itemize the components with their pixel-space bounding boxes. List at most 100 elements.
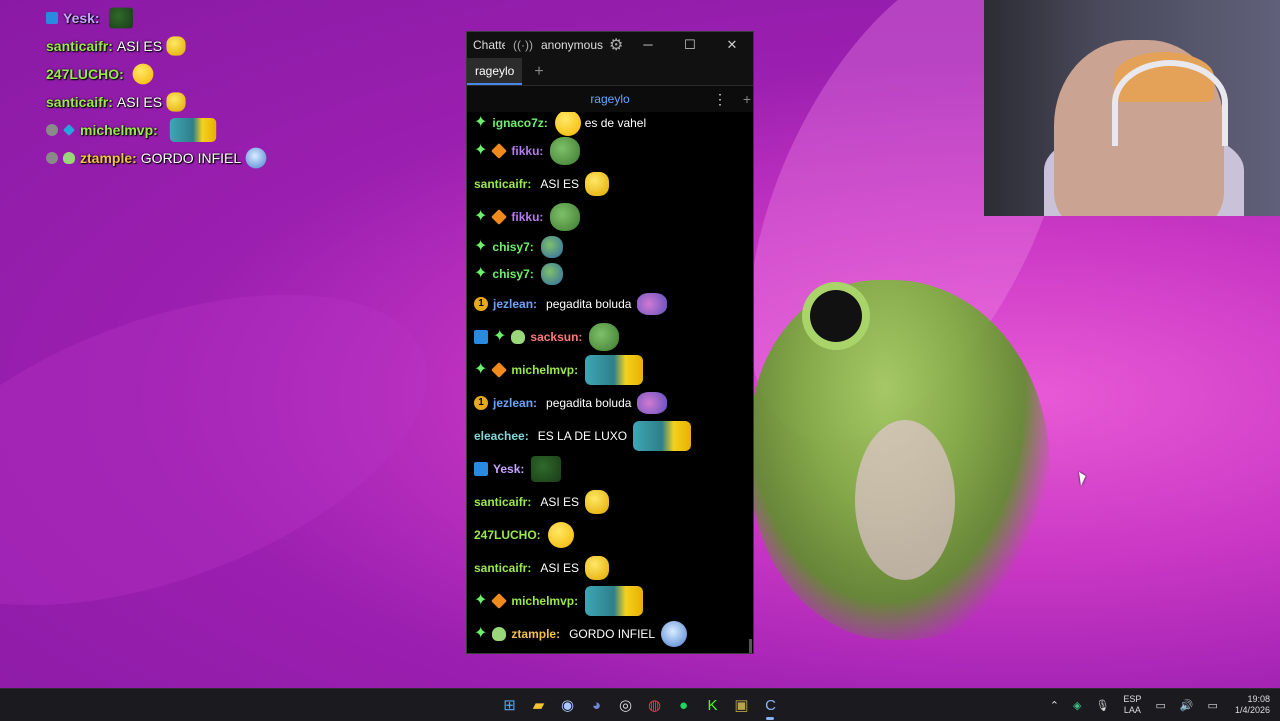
chat-username[interactable]: fikku: bbox=[511, 210, 543, 224]
chat-message[interactable]: 1 jezlean: pegadita boluda bbox=[467, 386, 747, 419]
windows-start-icon[interactable]: ⊞ bbox=[495, 693, 524, 717]
tab-bar: rageylo + bbox=[467, 58, 753, 86]
chat-username[interactable]: santicaifr: bbox=[474, 177, 531, 191]
chat-username[interactable]: fikku: bbox=[511, 144, 543, 158]
chat-message[interactable]: ✦ fikku: bbox=[467, 200, 747, 233]
scroll-thumb[interactable] bbox=[749, 639, 752, 653]
chat-message[interactable]: ✦ chisy7: bbox=[467, 233, 747, 260]
chat-message[interactable]: ✦ sacksun: bbox=[467, 320, 747, 353]
speaker-icon[interactable]: 🔊 bbox=[1180, 699, 1194, 712]
chat-username[interactable]: Yesk: bbox=[493, 462, 524, 476]
add-tab-button[interactable]: + bbox=[534, 63, 543, 81]
pepe-dark-emote-icon[interactable] bbox=[531, 455, 562, 482]
live-indicator-icon[interactable]: ((·)) bbox=[513, 38, 533, 52]
clock[interactable]: 19:08 1/4/2026 bbox=[1235, 694, 1270, 716]
chat-message[interactable]: ✦ michelmvp: bbox=[467, 353, 747, 386]
car-emote-icon[interactable] bbox=[169, 118, 217, 142]
maximize-button[interactable]: ☐ bbox=[669, 37, 711, 53]
battery-icon[interactable]: ▭ bbox=[1208, 699, 1218, 712]
cool-emote-icon[interactable] bbox=[585, 555, 610, 580]
chat-username[interactable]: 247LUCHO: bbox=[474, 528, 541, 542]
cool-emote-icon[interactable] bbox=[166, 36, 186, 56]
frogtongue-emote-icon[interactable] bbox=[637, 292, 668, 315]
spotify-icon[interactable]: ● bbox=[669, 693, 698, 717]
yellow-emote-icon[interactable] bbox=[132, 63, 154, 85]
message-list[interactable]: ✦ ignaco7z: es de vahel ✦ fikku: santicaifr: A… bbox=[467, 112, 747, 653]
subscriber-badge-icon: 1 bbox=[474, 296, 488, 311]
discord-icon[interactable]: ◕ bbox=[582, 693, 611, 717]
chat-message[interactable]: santicaifr: ASI ES bbox=[467, 167, 747, 200]
car-emote-icon[interactable] bbox=[585, 585, 644, 616]
chat-username[interactable]: sacksun: bbox=[530, 330, 582, 344]
chat-username[interactable]: santicaifr: bbox=[474, 561, 531, 575]
car-emote-icon[interactable] bbox=[633, 420, 692, 451]
shield-icon[interactable]: ◈ bbox=[1073, 699, 1081, 712]
gear-icon[interactable]: ⚙ bbox=[609, 35, 623, 55]
obs-icon[interactable]: ◎ bbox=[611, 693, 640, 717]
wallpaper-app-icon[interactable]: ▣ bbox=[727, 693, 756, 717]
chat-message[interactable]: eleachee: ES LA DE LUXO bbox=[467, 419, 747, 452]
title-bar[interactable]: Chatterino ((·)) anonymous ⚙ ─ ☐ ✕ bbox=[467, 32, 753, 58]
chat-message[interactable]: santicaifr: ASI ES bbox=[467, 551, 747, 584]
chat-username[interactable]: michelmvp: bbox=[511, 594, 578, 608]
chrome-icon[interactable]: ◍ bbox=[640, 693, 669, 717]
sparkle-badge-icon: ✦ bbox=[474, 264, 488, 282]
pepe-emote-icon[interactable] bbox=[589, 322, 620, 351]
chatterino-icon[interactable]: C bbox=[756, 693, 785, 720]
status-dot-icon bbox=[46, 124, 58, 136]
monitor-icon[interactable]: ▭ bbox=[1155, 699, 1165, 712]
add-split-button[interactable]: + bbox=[743, 91, 751, 107]
pepe-sm-emote-icon[interactable] bbox=[540, 262, 563, 285]
cool-emote-icon[interactable] bbox=[166, 92, 186, 112]
chat-message[interactable]: santicaifr: ASI ES bbox=[467, 485, 747, 518]
scrollbar[interactable] bbox=[749, 112, 752, 653]
chat-username[interactable]: eleachee: bbox=[474, 429, 529, 443]
frogtongue-emote-icon[interactable] bbox=[637, 391, 668, 414]
blue-emote-icon[interactable] bbox=[245, 147, 267, 169]
chat-message[interactable]: ✦ fikku: bbox=[467, 134, 747, 167]
chat-message[interactable]: Yesk: bbox=[467, 452, 747, 485]
sparkle-badge-icon: ✦ bbox=[474, 207, 488, 225]
file-explorer-icon[interactable]: ▰ bbox=[524, 693, 553, 717]
overlay-chat-line: michelmvp: bbox=[46, 116, 446, 144]
pepe-dark-emote-icon[interactable] bbox=[108, 7, 133, 29]
chat-username[interactable]: michelmvp: bbox=[511, 363, 578, 377]
tab-rageylo[interactable]: rageylo bbox=[467, 58, 523, 85]
chat-username[interactable]: chisy7: bbox=[492, 240, 533, 254]
chat-message-text: ASI ES bbox=[540, 176, 580, 191]
chat-username[interactable]: chisy7: bbox=[492, 267, 533, 281]
overlay-username: Yesk: bbox=[63, 10, 100, 26]
chat-username[interactable]: ztample: bbox=[511, 627, 560, 641]
car-emote-icon[interactable] bbox=[585, 354, 644, 385]
cool-emote-icon[interactable] bbox=[585, 171, 610, 196]
pepe-sm-emote-icon[interactable] bbox=[540, 235, 563, 258]
account-name[interactable]: anonymous bbox=[541, 38, 603, 52]
chat-message[interactable]: 247LUCHO: bbox=[467, 518, 747, 551]
chat-message[interactable]: ✦ michelmvp: bbox=[467, 584, 747, 617]
pepe-emote-icon[interactable] bbox=[550, 202, 581, 231]
cool-emote-icon[interactable] bbox=[585, 489, 610, 514]
blue-emote-icon[interactable] bbox=[661, 620, 688, 647]
language-indicator[interactable]: ESP LAA bbox=[1123, 694, 1141, 716]
split-menu-icon[interactable]: ⋮ bbox=[713, 91, 727, 108]
yellow-emote-icon[interactable] bbox=[547, 521, 574, 548]
close-button[interactable]: ✕ bbox=[711, 37, 753, 53]
yellow-emote-icon[interactable] bbox=[554, 112, 581, 136]
channel-name[interactable]: rageylo bbox=[467, 92, 753, 106]
chat-username[interactable]: jezlean: bbox=[493, 297, 537, 311]
chat-message[interactable]: 1 jezlean: pegadita boluda bbox=[467, 287, 747, 320]
microphone-icon[interactable]: 🎙 bbox=[1095, 699, 1109, 712]
chat-username[interactable]: jezlean: bbox=[493, 396, 537, 410]
chat-username[interactable]: santicaifr: bbox=[474, 495, 531, 509]
chat-message[interactable]: ✦ chisy7: bbox=[467, 260, 747, 287]
kick-icon[interactable]: K bbox=[698, 693, 727, 717]
chat-message[interactable]: ✦ ignaco7z: es de vahel bbox=[467, 112, 747, 136]
chat-username[interactable]: ignaco7z: bbox=[492, 116, 547, 130]
minimize-button[interactable]: ─ bbox=[627, 37, 669, 53]
chevron-up-icon[interactable]: ⌃ bbox=[1050, 699, 1059, 712]
overlay-chat-line: santicaifr: ASI ES bbox=[46, 88, 446, 116]
pepe-emote-icon[interactable] bbox=[550, 136, 581, 165]
prime-badge-icon bbox=[491, 208, 508, 225]
steam-icon[interactable]: ◉ bbox=[553, 693, 582, 717]
chat-message[interactable]: ✦ ztample: GORDO INFIEL bbox=[467, 617, 747, 650]
